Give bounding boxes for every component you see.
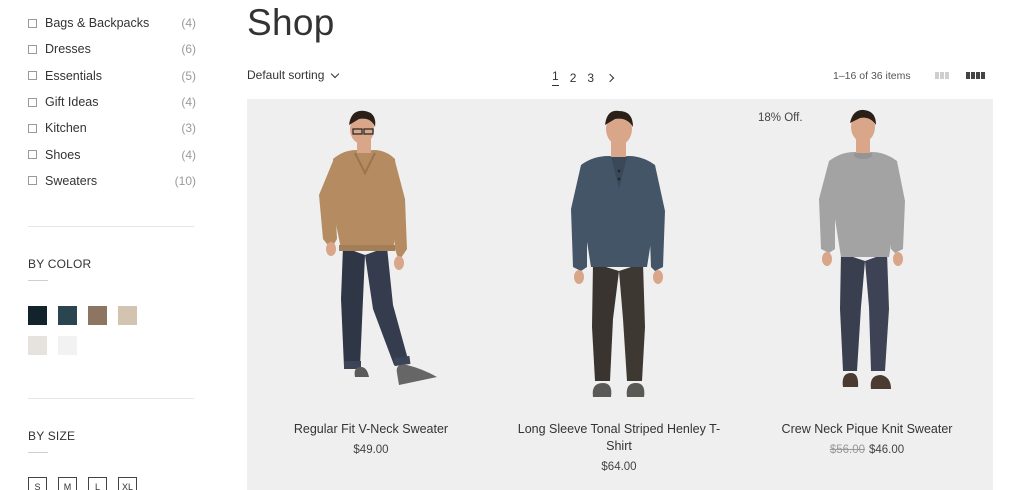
- original-price: $56.00: [829, 444, 865, 456]
- current-price: $49.00: [353, 444, 389, 456]
- size-option[interactable]: L: [88, 477, 107, 490]
- product-card[interactable]: 18% Off. Crew Neck Pique Knit Sweater $5…: [743, 99, 991, 490]
- sale-price: $46.00: [869, 444, 905, 456]
- color-swatch-list: [28, 306, 158, 355]
- category-count: (10): [174, 173, 196, 188]
- product-price: $64.00: [495, 461, 743, 473]
- category-label: Essentials: [45, 68, 102, 83]
- category-count: (4): [181, 16, 196, 31]
- divider: [28, 226, 194, 227]
- product-price: $49.00: [247, 444, 495, 456]
- checkbox-icon[interactable]: [28, 123, 37, 133]
- product-card[interactable]: Long Sleeve Tonal Striped Henley T-Shirt…: [495, 99, 743, 490]
- category-label: Bags & Backpacks: [45, 16, 150, 31]
- grid-4-icon[interactable]: [966, 72, 985, 79]
- category-count: (6): [181, 42, 196, 57]
- category-label: Gift Ideas: [45, 95, 99, 110]
- page-link[interactable]: 3: [587, 71, 594, 85]
- product-name[interactable]: Long Sleeve Tonal Striped Henley T-Shirt: [507, 421, 731, 455]
- category-count: (3): [181, 121, 196, 136]
- pagination: 1 2 3: [552, 69, 615, 86]
- checkbox-icon[interactable]: [28, 71, 37, 81]
- category-filter-item[interactable]: Bags & Backpacks (4): [28, 10, 196, 36]
- size-option[interactable]: S: [28, 477, 47, 490]
- checkbox-icon[interactable]: [28, 44, 37, 54]
- category-count: (4): [181, 147, 196, 162]
- shop-toolbar: Default sorting 1 2 3 1–16 of 36 items: [247, 66, 993, 88]
- category-filter-item[interactable]: Gift Ideas (4): [28, 89, 196, 115]
- category-filter-item[interactable]: Shoes (4): [28, 141, 196, 167]
- color-swatch[interactable]: [88, 306, 107, 325]
- color-swatch[interactable]: [58, 306, 77, 325]
- category-filter-item[interactable]: Dresses (6): [28, 36, 196, 62]
- chevron-down-icon: [331, 69, 340, 78]
- product-image[interactable]: [495, 99, 743, 409]
- color-swatch[interactable]: [28, 306, 47, 325]
- checkbox-icon[interactable]: [28, 176, 37, 186]
- color-swatch[interactable]: [118, 306, 137, 325]
- current-price: $64.00: [601, 461, 637, 473]
- color-filter-title: BY COLOR: [28, 257, 92, 271]
- product-grid: Regular Fit V-Neck Sweater $49.00 Long S…: [247, 99, 993, 490]
- chevron-right-icon[interactable]: [605, 73, 615, 82]
- size-option[interactable]: XL: [118, 477, 137, 490]
- category-label: Shoes: [45, 147, 81, 162]
- product-price: $56.00 $46.00: [743, 444, 991, 456]
- result-count: 1–16 of 36 items: [833, 70, 911, 82]
- product-card[interactable]: Regular Fit V-Neck Sweater $49.00: [247, 99, 495, 490]
- title-underline: [28, 280, 48, 281]
- category-count: (4): [181, 95, 196, 110]
- color-swatch[interactable]: [58, 336, 77, 355]
- sorting-dropdown[interactable]: Default sorting: [247, 68, 340, 82]
- size-option[interactable]: M: [58, 477, 77, 490]
- grid-3-icon[interactable]: [935, 72, 949, 79]
- size-filter-title: BY SIZE: [28, 429, 76, 443]
- checkbox-icon[interactable]: [28, 97, 37, 107]
- category-count: (5): [181, 68, 196, 83]
- size-option-list: S M L XL: [28, 477, 137, 490]
- product-name[interactable]: Regular Fit V-Neck Sweater: [259, 421, 483, 438]
- divider: [28, 398, 194, 399]
- checkbox-icon[interactable]: [28, 150, 37, 160]
- sorting-label: Default sorting: [247, 68, 325, 82]
- page-link-current[interactable]: 1: [552, 69, 559, 86]
- title-underline: [28, 452, 48, 453]
- shop-sidebar: Bags & Backpacks (4) Dresses (6) Essential…: [28, 0, 196, 490]
- category-label: Dresses: [45, 42, 91, 57]
- product-name[interactable]: Crew Neck Pique Knit Sweater: [755, 421, 979, 438]
- category-filter-item[interactable]: Essentials (5): [28, 63, 196, 89]
- product-image[interactable]: [247, 99, 495, 409]
- page-link[interactable]: 2: [570, 71, 577, 85]
- category-label: Kitchen: [45, 121, 87, 136]
- category-label: Sweaters: [45, 173, 98, 188]
- category-filter-list: Bags & Backpacks (4) Dresses (6) Essential…: [28, 10, 196, 194]
- category-filter-item[interactable]: Sweaters (10): [28, 168, 196, 194]
- checkbox-icon[interactable]: [28, 18, 37, 28]
- page-title: Shop: [247, 2, 335, 43]
- color-swatch[interactable]: [28, 336, 47, 355]
- category-filter-item[interactable]: Kitchen (3): [28, 115, 196, 141]
- product-image[interactable]: [743, 99, 991, 409]
